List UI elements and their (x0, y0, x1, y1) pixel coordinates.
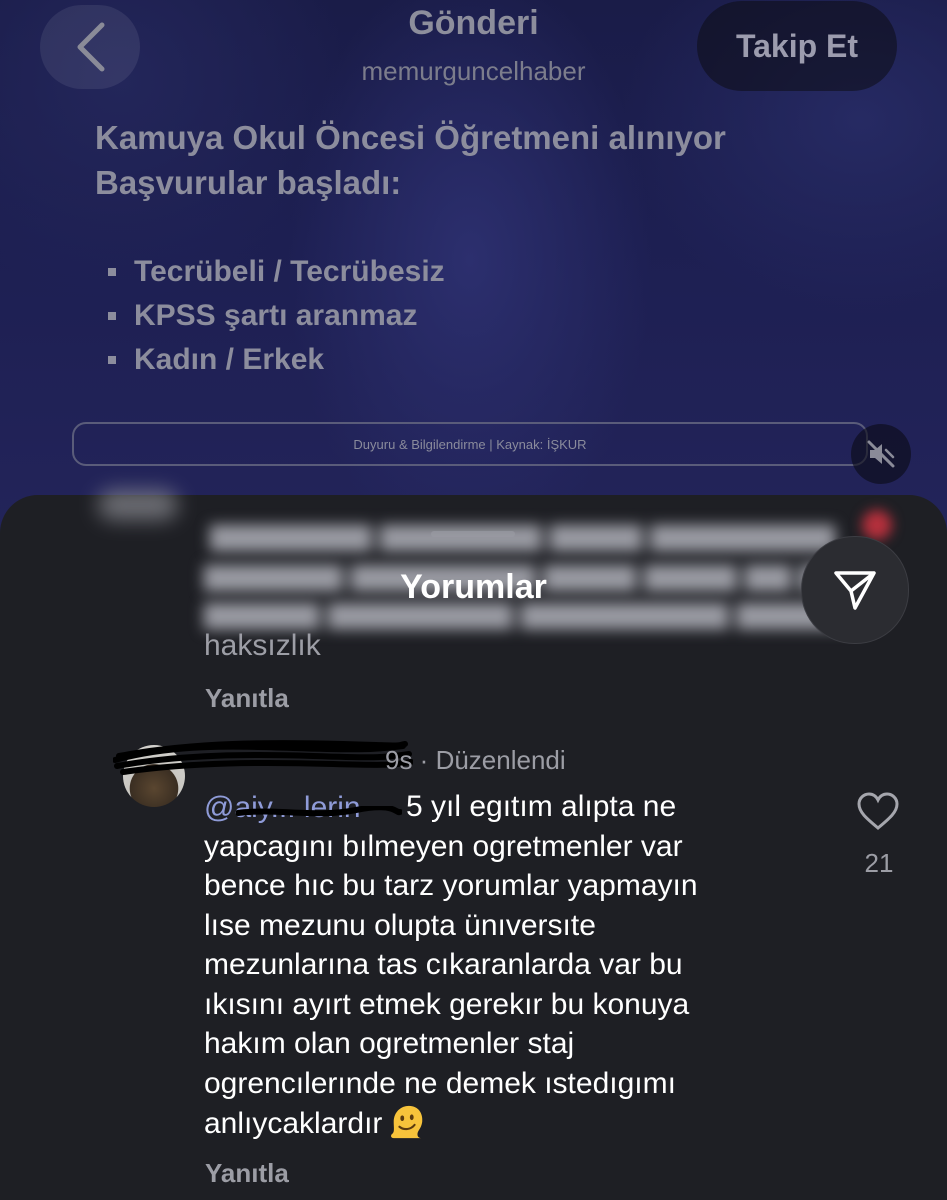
reply-button[interactable]: Yanıtla (205, 1158, 289, 1189)
headline-line: Başvurular başladı: (95, 164, 402, 201)
comment-text: 5 yıl egıtım alıpta ne yapcagını bılmeye… (204, 787, 824, 1144)
source-caption: Duyuru & Bilgilendirme | Kaynak: İŞKUR (353, 436, 587, 452)
bullet-text: Kadın / Erkek (134, 343, 325, 376)
comment-line: yapcagını bılmeyen ogretmenler var (204, 829, 683, 863)
post-headline: Kamuya Okul Öncesi Öğretmeni alınıyor Ba… (95, 115, 875, 205)
blurred-badge (862, 510, 892, 540)
comment-line: anlıycaklardır (204, 1107, 383, 1140)
redaction-scribble (113, 740, 413, 775)
follow-button[interactable]: Takip Et (697, 1, 897, 91)
comment-line: hakım olan ogretmenler staj (204, 1027, 575, 1060)
melting-face-emoji-icon (391, 1105, 423, 1139)
send-icon (834, 571, 876, 610)
comment-meta: 9s · Düzenlendi (385, 745, 566, 775)
list-item: Tecrübeli / Tecrübesiz (108, 250, 445, 294)
list-item: KPSS şartı aranmaz (108, 294, 445, 338)
comment-text-tail: haksızlık (204, 629, 321, 662)
bullet-text: KPSS şartı aranmaz (134, 299, 418, 332)
comment-line: ıkısını ayırt etmek gerekır bu konuya (204, 987, 690, 1021)
reply-button[interactable]: Yanıtla (205, 683, 289, 714)
blurred-comment-line: ▆▆▆▆▆▆▆ ▆▆▆▆▆▆▆ ▆▆▆▆ ▆▆▆▆▆▆▆▆ (210, 518, 835, 551)
headline-line: Kamuya Okul Öncesi Öğretmeni alınıyor (95, 119, 726, 156)
share-button[interactable] (801, 536, 909, 644)
bullet-text: Tecrübeli / Tecrübesiz (134, 255, 445, 288)
comment-line: ogrencılerınde ne demek ıstedıgımı (204, 1066, 676, 1100)
mute-button[interactable] (851, 424, 911, 484)
bullet-list: Tecrübeli / Tecrübesiz KPSS şartı aranma… (108, 250, 445, 382)
bullet-icon (108, 268, 116, 276)
blurred-avatar (98, 490, 178, 520)
source-caption-bar: Duyuru & Bilgilendirme | Kaynak: İŞKUR (72, 422, 868, 466)
bullet-icon (108, 312, 116, 320)
heart-icon[interactable] (856, 791, 900, 831)
list-item: Kadın / Erkek (108, 338, 445, 382)
comment-line: 5 yıl egıtım alıpta ne (406, 790, 677, 823)
comment-line: bence hıc bu tarz yorumlar yapmayın (204, 869, 698, 902)
like-count: 21 (864, 848, 894, 878)
comments-sheet: ▆▆▆▆▆▆▆ ▆▆▆▆▆▆▆ ▆▆▆▆ ▆▆▆▆▆▆▆▆ ▆▆▆▆▆▆ ▆▆▆… (0, 490, 947, 1200)
screen: Gönderi memurguncelhaber Takip Et Kamuya… (0, 0, 947, 1200)
post-background: Gönderi memurguncelhaber Takip Et Kamuya… (0, 0, 947, 540)
comment-line: mezunlarına tas cıkaranlarda var bu (204, 948, 683, 981)
speaker-muted-icon (867, 440, 895, 468)
bullet-icon (108, 356, 116, 364)
comment-line: lıse mezunu olupta ünıversıte (204, 908, 596, 942)
